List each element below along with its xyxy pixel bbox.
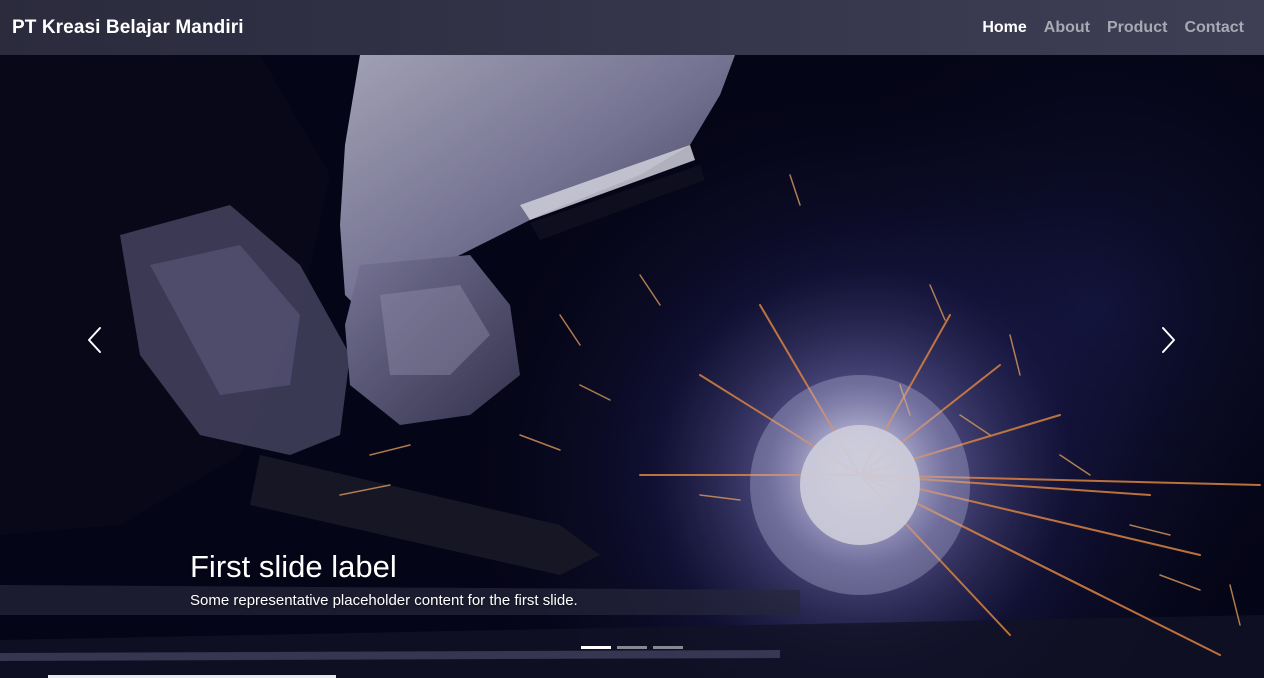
brand-link[interactable]: PT Kreasi Belajar Mandiri bbox=[12, 17, 244, 39]
carousel-indicator-3[interactable] bbox=[653, 646, 683, 649]
slide-text: Some representative placeholder content … bbox=[190, 592, 578, 610]
chevron-left-icon bbox=[88, 327, 101, 353]
navbar: PT Kreasi Belajar Mandiri Home About Pro… bbox=[0, 0, 1264, 55]
nav-link-about[interactable]: About bbox=[1044, 19, 1090, 37]
nav-link-product[interactable]: Product bbox=[1107, 19, 1167, 37]
carousel-indicator-1[interactable] bbox=[581, 646, 611, 649]
slide-title: First slide label bbox=[190, 549, 397, 584]
chevron-right-icon bbox=[1162, 327, 1175, 353]
nav-links: Home About Product Contact bbox=[982, 19, 1244, 37]
slide-caption: First slide label Some representative pl… bbox=[190, 549, 578, 610]
carousel-indicator-2[interactable] bbox=[617, 646, 647, 649]
nav-link-contact[interactable]: Contact bbox=[1184, 19, 1244, 37]
hero-carousel: First slide label Some representative pl… bbox=[0, 55, 1264, 678]
carousel-next-button[interactable] bbox=[1148, 310, 1188, 370]
carousel-indicators bbox=[581, 646, 683, 649]
carousel-prev-button[interactable] bbox=[75, 310, 115, 370]
nav-link-home[interactable]: Home bbox=[982, 19, 1026, 37]
